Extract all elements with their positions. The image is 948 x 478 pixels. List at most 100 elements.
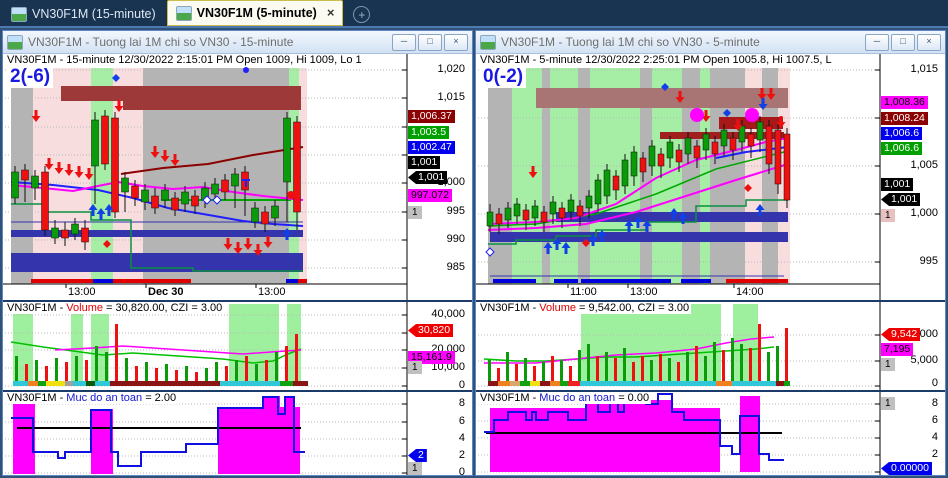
y-axis-label: 1,015 [910, 63, 938, 75]
axis-price-tag: 1,001 [881, 178, 914, 191]
header-text: = 0.00 [615, 392, 650, 404]
chart-window-icon [480, 34, 496, 50]
axis-price-tag: 1,006.6 [881, 142, 923, 155]
header-text: VN30F1M - 5-minute 12/30/2022 2:25:01 PM… [480, 54, 832, 66]
restore-button[interactable]: □ [891, 33, 915, 51]
y-axis-label: 1,015 [437, 91, 465, 103]
price-pane: 11:00 13:00 14:00 1,015 1,005 1,000 995 1,008.3… [476, 54, 945, 300]
x-axis-label: 11:00 [570, 286, 597, 298]
header-text: = 2.00 [142, 392, 177, 404]
y-axis-label: 990 [446, 233, 465, 245]
header-text: Muc do an toan [539, 392, 616, 404]
window-titlebar[interactable]: VN30F1M - Tuong lai 1M chi so VN30 - 15-… [3, 31, 472, 54]
price-chart-canvas[interactable] [3, 54, 472, 300]
chart-window-5m: VN30F1M - Tuong lai 1M chi so VN30 - 5-m… [475, 30, 946, 476]
indicator-chart-canvas[interactable] [3, 392, 472, 475]
axis-price-tag: 0.00000 [881, 462, 932, 475]
axis-price-tag: 1 [881, 358, 895, 371]
indicator-chart-canvas[interactable] [476, 392, 945, 475]
y-axis-label: 6 [931, 414, 938, 426]
volume-chart-canvas[interactable] [476, 302, 945, 390]
window-titlebar[interactable]: VN30F1M - Tuong lai 1M chi so VN30 - 5-m… [476, 31, 945, 54]
axis-price-tag: 1 [881, 209, 895, 222]
header-text: VN30F1M - 15-minute 12/30/2022 2:15:01 P… [7, 54, 362, 66]
axis-price-tag: 1,008.36 [881, 96, 928, 109]
header-text: Muc do an toan [66, 392, 143, 404]
volume-header: VN30F1M - Volume = 9,542.00, CZI = 3.00 [478, 302, 692, 314]
window-buttons: ─ □ × [392, 33, 468, 51]
y-axis-label: 1,020 [437, 63, 465, 75]
window-title: VN30F1M - Tuong lai 1M chi so VN30 - 15-… [28, 35, 294, 49]
signal-annotation: 2(-6) [7, 66, 54, 88]
window-title: VN30F1M - Tuong lai 1M chi so VN30 - 5-m… [501, 35, 760, 49]
close-button[interactable]: × [917, 33, 941, 51]
window-buttons: ─ □ × [865, 33, 941, 51]
minimize-button[interactable]: ─ [392, 33, 416, 51]
volume-chart-canvas[interactable] [3, 302, 472, 390]
dot-marker [287, 191, 295, 199]
x-axis-label: 14:00 [736, 286, 764, 298]
minimize-button[interactable]: ─ [865, 33, 889, 51]
axis-price-tag: 1,001 [408, 171, 448, 184]
chart-window-15m: VN30F1M - Tuong lai 1M chi so VN30 - 15-… [2, 30, 473, 476]
y-axis-label: 8 [458, 397, 465, 409]
document-tabbar: VN30F1M (15-minute) VN30F1M (5-minute) × + [0, 0, 948, 28]
restore-button[interactable]: □ [418, 33, 442, 51]
y-axis-label: 2 [931, 448, 938, 460]
chart-content: 11:00 13:00 14:00 1,015 1,005 1,000 995 1,008.3… [476, 54, 945, 475]
indicator-pane: 8 6 4 2 0 2 1 VN30F1M - Muc do an toan = 2.00 [3, 390, 472, 475]
axis-price-tag: 1,002.47 [408, 141, 455, 154]
axis-price-tag: 1 [408, 361, 422, 374]
volume-pane: 10,000 5,000 0 9,542 7,195 1 VN30F1M - Volume … [476, 300, 945, 390]
axis-price-tag: 1 [408, 206, 422, 219]
app-window: VN30F1M (15-minute) VN30F1M (5-minute) × + … [0, 0, 948, 478]
axis-price-tag: 997.072 [408, 189, 452, 202]
price-chart-canvas[interactable] [476, 54, 945, 300]
axis-price-tag: 1,006.37 [408, 110, 455, 123]
header-text: VN30F1M - [7, 302, 67, 314]
close-button[interactable]: × [444, 33, 468, 51]
y-axis-label: 4 [458, 432, 465, 444]
x-axis-label: Dec 30 [148, 286, 184, 298]
price-pane: 13:00 Dec 30 13:00 1,020 1,015 1,000 995 990 985… [3, 54, 472, 300]
indicator-header: VN30F1M - Muc do an toan = 0.00 [478, 392, 652, 404]
x-axis-label: 13:00 [630, 286, 658, 298]
header-text: Volume [66, 302, 103, 314]
tab-close-icon[interactable]: × [327, 6, 335, 19]
axis-price-tag: 1,001 [881, 193, 921, 206]
tab-label: VN30F1M (15-minute) [32, 7, 156, 21]
axis-price-tag: 1 [881, 397, 895, 410]
header-text: VN30F1M - [7, 392, 67, 404]
chart-window-icon [7, 34, 23, 50]
y-axis-label: 995 [919, 255, 938, 267]
x-axis-label: 13:00 [258, 286, 286, 298]
dot-marker [243, 67, 249, 73]
tab-overflow-icon[interactable]: + [353, 6, 371, 23]
axis-price-tag: 1,003.5 [408, 126, 450, 139]
y-axis-label: 0 [458, 379, 465, 390]
volume-header: VN30F1M - Volume = 30,820.00, CZI = 3.00 [5, 302, 225, 314]
tab-vn30f1m-5-minute[interactable]: VN30F1M (5-minute) × [166, 0, 344, 26]
header-text: VN30F1M - [480, 392, 540, 404]
y-axis-label: 1,005 [910, 159, 938, 171]
axis-price-tag: 7,195 [881, 343, 914, 356]
header-text: VN30F1M - [480, 302, 540, 314]
axis-price-tag: 1,001 [408, 156, 441, 169]
price-header: VN30F1M - 15-minute 12/30/2022 2:15:01 P… [5, 54, 364, 66]
y-axis-label: 985 [446, 261, 465, 273]
tab-vn30f1m-15-minute[interactable]: VN30F1M (15-minute) [3, 2, 164, 26]
indicator-pane: 8 6 4 2 1 0.00000 VN30F1M - Muc do an toan = 0… [476, 390, 945, 475]
chart-tab-icon [175, 5, 192, 21]
y-axis-label: 6 [458, 415, 465, 427]
chart-content: 13:00 Dec 30 13:00 1,020 1,015 1,000 995 990 985… [3, 54, 472, 475]
axis-price-tag: 1,006.6 [881, 127, 923, 140]
tab-label: VN30F1M (5-minute) [196, 6, 317, 20]
axis-price-tag: 30,820 [408, 324, 454, 337]
dot-marker [690, 108, 704, 122]
header-text: = 30,820.00, CZI = 3.00 [103, 302, 223, 314]
volume-pane: 40,000 20,000 10,000 0 30,820 15,161.9 1 VN30F1… [3, 300, 472, 390]
chart-tab-icon [11, 6, 27, 22]
header-text: Volume [539, 302, 576, 314]
dot-marker [745, 108, 759, 122]
y-axis-label: 4 [931, 431, 938, 443]
